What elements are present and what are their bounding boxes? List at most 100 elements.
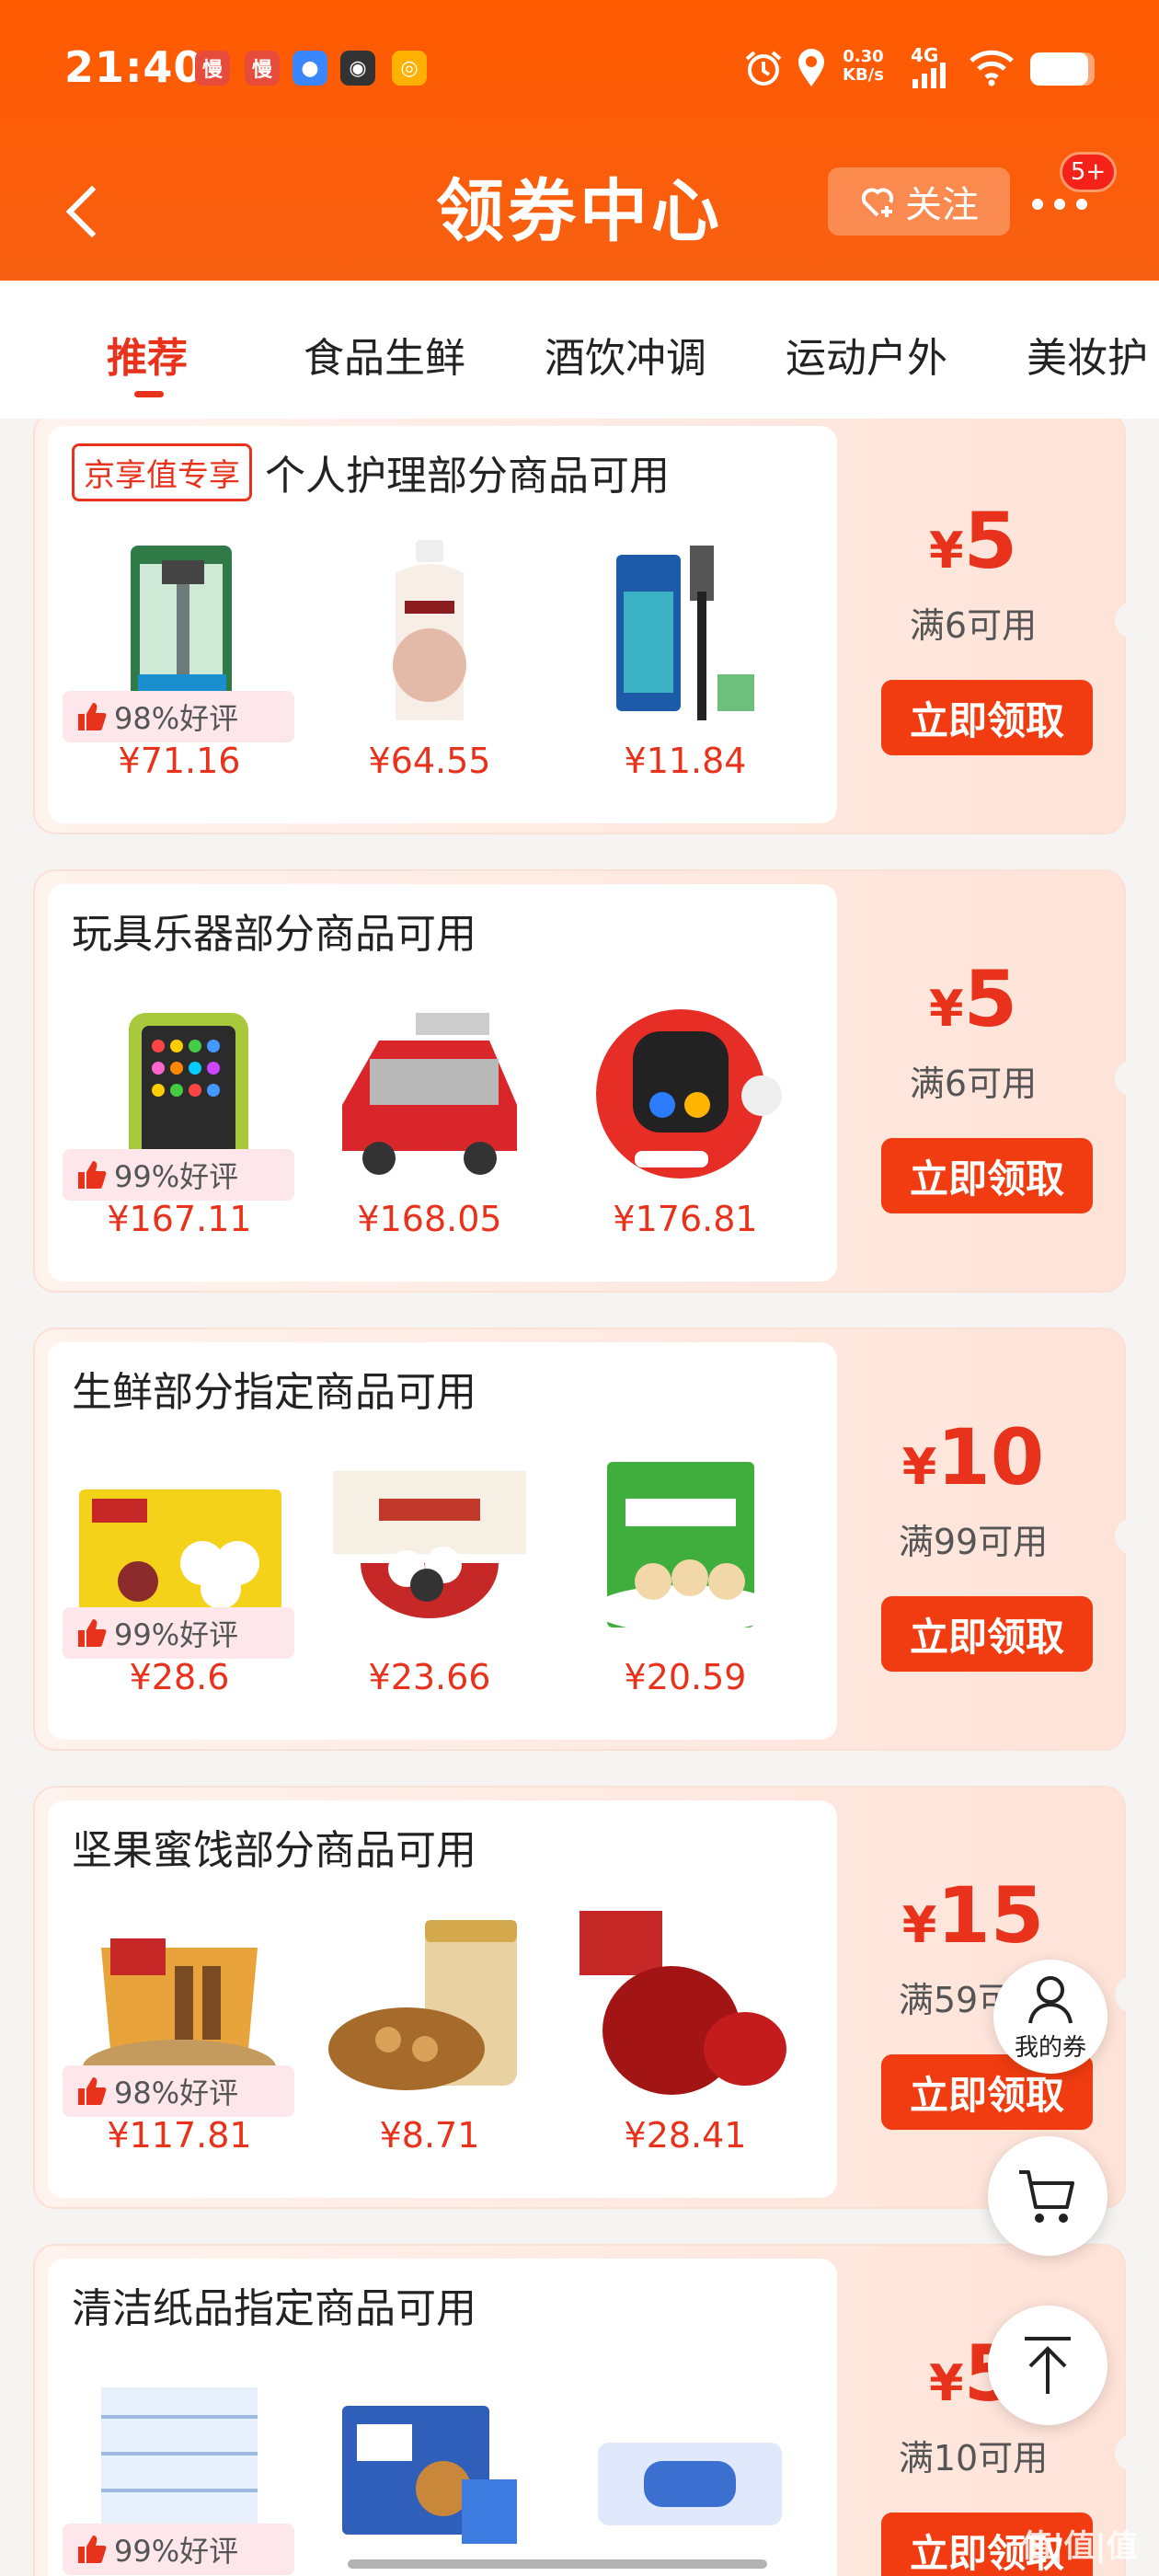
coupon-title: 玩具乐器部分商品可用 <box>72 911 476 958</box>
claim-button[interactable]: 立即领取 <box>881 1596 1093 1672</box>
coupon-products: 京享值专享 个人护理部分商品可用 98%好评 ¥71.16 ¥64.55 ¥11… <box>48 426 837 823</box>
product-price: ¥28.41 <box>624 2115 747 2156</box>
product-price: ¥11.84 <box>624 741 747 781</box>
tab-food-fresh[interactable]: 食品生鲜 <box>304 325 465 384</box>
app-notification-icon: 慢 <box>245 51 280 86</box>
tab-drinks[interactable]: 酒饮冲调 <box>545 325 706 384</box>
product-item[interactable]: 98%好评 ¥117.81 <box>63 1911 294 2187</box>
coupon-amount: ¥10 <box>901 1412 1045 1502</box>
product-item[interactable]: ¥168.05 <box>324 995 535 1271</box>
product-item[interactable]: ¥23.66 <box>324 1453 535 1729</box>
razor-pack-image <box>616 546 754 720</box>
page-title: 领券中心 <box>436 172 723 251</box>
heart-plus-icon <box>861 188 894 217</box>
coupon-amount: ¥5 <box>928 954 1018 1044</box>
coupon-list: 京享值专享 个人护理部分商品可用 98%好评 ¥71.16 ¥64.55 ¥11… <box>0 419 1159 2576</box>
coupon-products: 清洁纸品指定商品可用 99%好评 <box>48 2259 837 2576</box>
good-rate-badge: 98%好评 <box>63 2065 294 2117</box>
alarm-icon <box>745 51 782 86</box>
weibo-icon: ◎ <box>392 51 427 86</box>
product-item[interactable]: ¥28.41 <box>580 1911 791 2187</box>
good-rate-badge: 99%好评 <box>63 1607 294 1659</box>
coupon-products: 玩具乐器部分商品可用 99%好评 ¥167.11 ¥168.05 ¥176.81 <box>48 884 837 1282</box>
product-item[interactable]: ¥176.81 <box>580 995 791 1271</box>
good-rate-badge: 99%好评 <box>63 1149 294 1201</box>
tab-recommend[interactable]: 推荐 <box>107 325 188 384</box>
arrow-up-icon <box>1025 2337 1071 2394</box>
coupon-products: 生鲜部分指定商品可用 99%好评 ¥28.6 ¥23.66 ¥20.59 <box>48 1342 837 1740</box>
my-coupons-label: 我的券 <box>1014 2033 1086 2062</box>
coupon-card: 京享值专享 个人护理部分商品可用 98%好评 ¥71.16 ¥64.55 ¥11… <box>33 419 1152 834</box>
tangyuan-bowl-image <box>333 1471 526 1618</box>
back-to-top-button[interactable] <box>988 2306 1107 2425</box>
product-price: ¥28.6 <box>129 1657 230 1697</box>
dot <box>1032 199 1043 210</box>
watermark: 值|值|值 <box>1021 2528 1138 2565</box>
coupon-title: 清洁纸品指定商品可用 <box>72 2285 476 2332</box>
coupon-products: 坚果蜜饯部分商品可用 98%好评 ¥117.81 ¥8.71 ¥28.41 <box>48 1800 837 2198</box>
product-item[interactable]: 99%好评 ¥167.11 <box>63 995 294 1271</box>
product-item[interactable]: ¥64.55 <box>324 536 535 812</box>
coupon-title: 坚果蜜饯部分商品可用 <box>72 1827 476 1874</box>
product-price: ¥117.81 <box>107 2115 252 2156</box>
tab-sports[interactable]: 运动户外 <box>786 325 947 384</box>
coupon-amount: ¥15 <box>901 1870 1045 1961</box>
vinda-tissue-box-image <box>342 2406 517 2544</box>
status-bar: 21:40 慢 慢 ● ◉ ◎ 0.30 KB/s 4G <box>0 0 1159 138</box>
message-badge: 5+ <box>1060 152 1117 192</box>
thumbs-up-icon <box>78 1161 107 1189</box>
coupon-card: 坚果蜜饯部分商品可用 98%好评 ¥117.81 ¥8.71 ¥28.41 ¥1… <box>33 1786 1152 2209</box>
product-item[interactable]: 99%好评 <box>63 2369 294 2576</box>
product-item[interactable]: ¥8.71 <box>324 1911 535 2187</box>
tab-beauty[interactable]: 美妆护 <box>1027 325 1148 384</box>
product-item[interactable] <box>324 2369 535 2576</box>
vip-tag: 京享值专享 <box>72 443 252 501</box>
status-time: 21:40 <box>64 42 204 92</box>
coupon-condition: 满99可用 <box>898 1522 1049 1562</box>
claim-button[interactable]: 立即领取 <box>881 680 1093 755</box>
product-item[interactable] <box>580 2369 791 2576</box>
product-item[interactable]: ¥11.84 <box>580 536 791 812</box>
thumbs-up-icon <box>78 1619 107 1647</box>
product-item[interactable]: 99%好评 ¥28.6 <box>63 1453 294 1729</box>
product-price: ¥71.16 <box>118 741 241 781</box>
back-button[interactable] <box>63 177 109 241</box>
dot <box>1076 199 1087 210</box>
product-item[interactable]: ¥20.59 <box>580 1453 791 1729</box>
product-price: ¥20.59 <box>624 1657 747 1697</box>
toy-fire-truck-image <box>342 1013 517 1175</box>
coupon-title: 京享值专享 个人护理部分商品可用 <box>72 443 670 501</box>
user-icon <box>1028 1975 1073 2023</box>
home-indicator[interactable] <box>348 2559 767 2569</box>
robot-speaker-image <box>596 1009 782 1179</box>
red-dates-image <box>580 1911 786 2095</box>
coupon-card: 清洁纸品指定商品可用 99%好评 ¥ 满10可用 立即领取 <box>33 2244 1152 2576</box>
title-bar: 领券中心 关注 5+ <box>0 138 1159 281</box>
coupon-condition: 满6可用 <box>909 1064 1038 1104</box>
good-rate-badge: 98%好评 <box>63 691 294 742</box>
product-price: ¥23.66 <box>368 1657 491 1697</box>
follow-label: 关注 <box>905 184 979 226</box>
product-price: ¥64.55 <box>368 741 491 781</box>
product-price: ¥176.81 <box>613 1199 758 1239</box>
coupon-condition: 满10可用 <box>898 2438 1049 2478</box>
location-icon <box>798 49 824 86</box>
body-wash-bottle-image <box>393 540 466 720</box>
claim-button[interactable]: 立即领取 <box>881 1138 1093 1213</box>
panda-app-icon: ◉ <box>340 51 375 86</box>
follow-button[interactable]: 关注 <box>828 167 1010 236</box>
product-price: ¥8.71 <box>379 2115 480 2156</box>
product-price: ¥167.11 <box>107 1199 252 1239</box>
wifi-icon <box>970 50 1014 86</box>
my-coupons-button[interactable]: 我的券 <box>993 1960 1107 2074</box>
header: 21:40 慢 慢 ● ◉ ◎ 0.30 KB/s 4G 领券中心 关注 5+ <box>0 0 1159 281</box>
app-notification-icon: 慢 <box>195 51 230 86</box>
cart-icon <box>1019 2170 1074 2223</box>
signal-icon <box>912 63 946 88</box>
coupon-card: 生鲜部分指定商品可用 99%好评 ¥28.6 ¥23.66 ¥20.59 ¥10… <box>33 1328 1152 1751</box>
product-item[interactable]: 98%好评 ¥71.16 <box>63 536 294 812</box>
battery-icon <box>1030 52 1095 86</box>
coupon-condition: 满6可用 <box>909 605 1038 646</box>
shaomai-bag-image <box>593 1462 777 1633</box>
cart-button[interactable] <box>988 2136 1107 2256</box>
